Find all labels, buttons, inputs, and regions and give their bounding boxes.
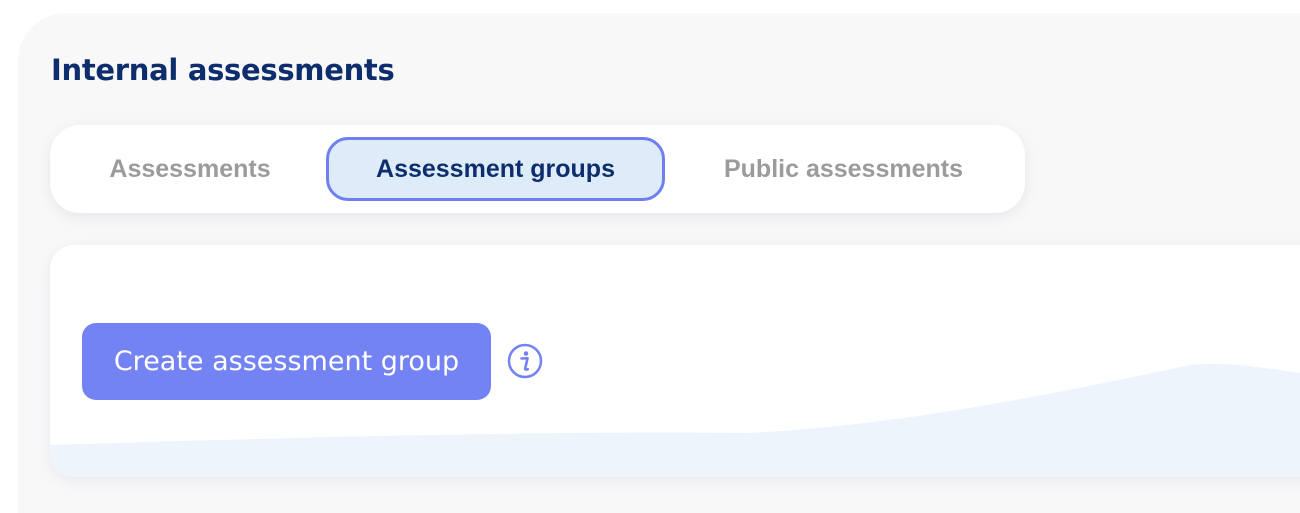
content-card: Create assessment group: [50, 245, 1300, 477]
tab-bar: Assessments Assessment groups Public ass…: [50, 125, 1025, 213]
create-assessment-group-button[interactable]: Create assessment group: [82, 323, 491, 400]
tab-assessments[interactable]: Assessments: [90, 137, 290, 201]
info-icon[interactable]: [507, 343, 543, 379]
page-title: Internal assessments: [51, 53, 395, 87]
tab-public-assessments[interactable]: Public assessments: [696, 137, 991, 201]
tab-assessment-groups[interactable]: Assessment groups: [326, 137, 665, 201]
